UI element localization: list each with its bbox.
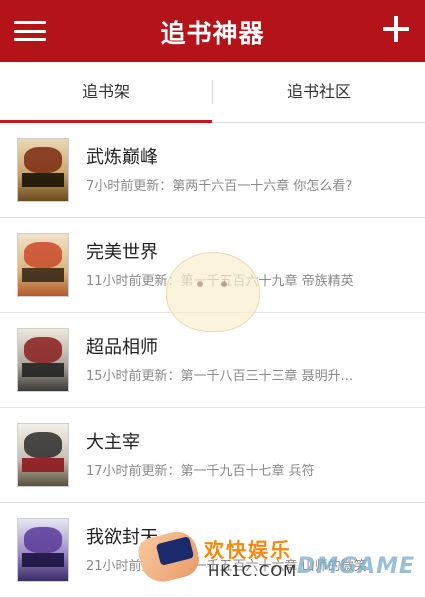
book-title: 超品相师 bbox=[86, 337, 158, 358]
book-cover-image bbox=[18, 329, 68, 391]
book-title: 完美世界 bbox=[86, 242, 158, 263]
book-cover-image bbox=[18, 139, 68, 201]
tab-bookshelf[interactable]: 追书架 bbox=[0, 62, 212, 122]
book-update-text: 7小时前更新：第两千六百一十六章 你怎么看? bbox=[86, 179, 353, 194]
book-title: 武炼巅峰 bbox=[86, 147, 158, 168]
book-cover-image bbox=[18, 519, 68, 581]
book-title: 大主宰 bbox=[86, 432, 140, 453]
app-header: 追书神器 bbox=[0, 0, 425, 62]
book-update-text: 15小时前更新：第一千八百三十三章 聂明升... bbox=[86, 369, 354, 384]
book-row[interactable]: 大主宰 17小时前更新：第一千九百十七章 兵符 bbox=[0, 408, 425, 503]
site-watermark: 欢快娱乐 HK1C.COM DMGAME bbox=[135, 527, 425, 587]
plus-icon[interactable] bbox=[383, 16, 409, 42]
mascot-watermark-icon bbox=[166, 252, 260, 332]
watermark-dmgame: DMGAME bbox=[296, 554, 415, 579]
book-update-text: 17小时前更新：第一千九百十七章 兵符 bbox=[86, 464, 315, 479]
app-title: 追书神器 bbox=[160, 19, 265, 48]
book-row[interactable]: 武炼巅峰 7小时前更新：第两千六百一十六章 你怎么看? bbox=[0, 123, 425, 218]
watermark-brand: 欢快娱乐 bbox=[204, 538, 292, 562]
book-list: 武炼巅峰 7小时前更新：第两千六百一十六章 你怎么看? 完美世界 11小时前更新… bbox=[0, 123, 425, 598]
tab-bar: 追书架 追书社区 bbox=[0, 62, 425, 123]
tab-community[interactable]: 追书社区 bbox=[213, 62, 425, 122]
watermark-site: HK1C.COM bbox=[208, 562, 298, 580]
book-cover-image bbox=[18, 424, 68, 486]
book-cover-image bbox=[18, 234, 68, 296]
